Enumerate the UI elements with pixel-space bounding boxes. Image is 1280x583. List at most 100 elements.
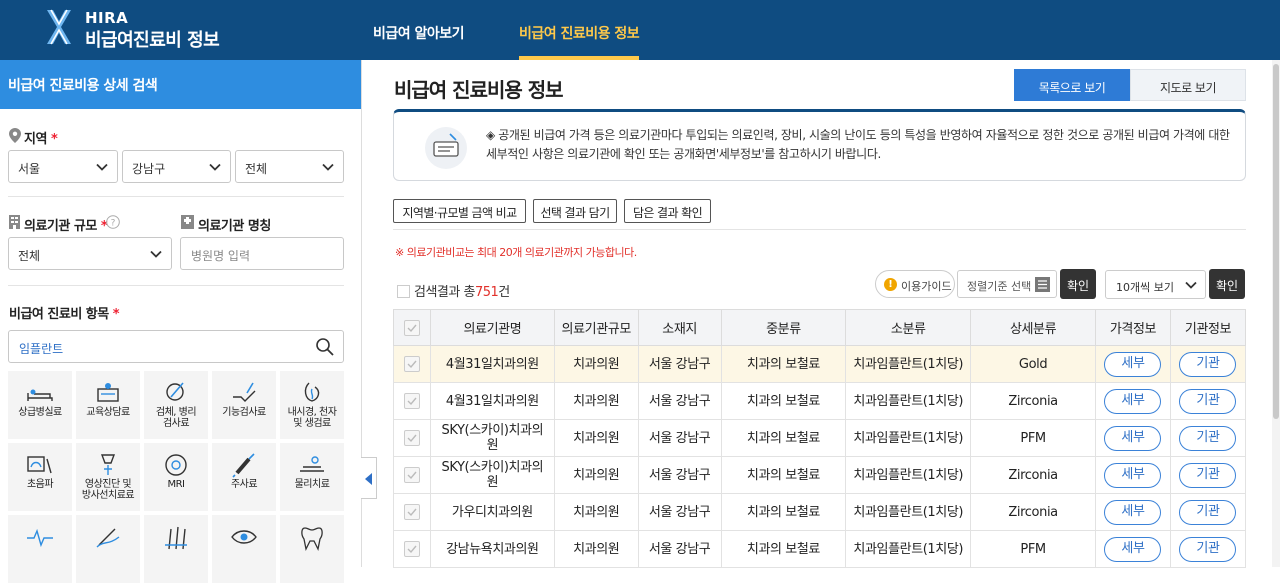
institution-info-button[interactable]: 기관 <box>1179 351 1237 377</box>
cell-location: 서울 강남구 <box>637 419 722 457</box>
check-icon <box>407 324 417 332</box>
category-injection[interactable]: 주사료 <box>212 443 276 511</box>
price-detail-button[interactable]: 세부 <box>1104 536 1162 562</box>
table-row[interactable]: SKY(스카이)치과의 원 치과의원 서울 강남구 치과의 보철료 치과임플란트(1치당… <box>393 456 1247 494</box>
scale-select[interactable]: 전체 <box>8 237 172 270</box>
row-checkbox[interactable] <box>403 430 420 446</box>
brand-name: HIRA <box>85 9 129 27</box>
category-ultrasound[interactable]: 초음파 <box>8 443 72 511</box>
map-view-button[interactable]: 지도로 보기 <box>1130 69 1246 101</box>
category-item-14[interactable] <box>212 515 276 583</box>
cell-location: 서울 강남구 <box>637 530 722 568</box>
category-item-15[interactable] <box>280 515 344 583</box>
row-checkbox[interactable] <box>403 541 420 557</box>
row-checkbox-cell[interactable] <box>393 456 431 494</box>
cell-location: 서울 강남구 <box>637 382 722 420</box>
region-dong-select[interactable]: 전체 <box>235 150 344 183</box>
results-table: 의료기관명 의료기관규모 소재지 중분류 소분류 상세분류 가격정보 기관정보 … <box>393 309 1247 568</box>
cell-price: 세부 <box>1095 456 1171 494</box>
check-icon <box>407 397 417 406</box>
institution-info-button[interactable]: 기관 <box>1179 499 1237 525</box>
sort-select[interactable]: 정렬기준 선택 <box>957 270 1057 298</box>
item-search-input[interactable]: 임플란트 <box>8 330 344 363</box>
row-checkbox[interactable] <box>403 504 420 520</box>
row-checkbox[interactable] <box>403 356 420 372</box>
cell-scale: 치과의원 <box>553 530 639 568</box>
price-detail-button[interactable]: 세부 <box>1104 462 1162 488</box>
category-item-13[interactable] <box>144 515 208 583</box>
row-checkbox-cell[interactable] <box>393 382 431 420</box>
table-row[interactable]: 4월31일치과의원 치과의원 서울 강남구 치과의 보철료 치과임플란트(1치당) Zir… <box>393 382 1247 420</box>
check-icon <box>407 508 417 517</box>
select-all-checkbox[interactable] <box>397 285 410 298</box>
table-row[interactable]: SKY(스카이)치과의 원 치과의원 서울 강남구 치과의 보철료 치과임플란트(1치당… <box>393 419 1247 457</box>
view-saved-button[interactable]: 담은 결과 확인 <box>624 199 711 223</box>
category-item-11[interactable] <box>8 515 72 583</box>
institution-info-button[interactable]: 기관 <box>1179 425 1237 451</box>
page-size-select[interactable]: 10개씩 보기 <box>1105 270 1206 299</box>
col-name: 의료기관명 <box>429 309 555 346</box>
list-icon <box>1035 277 1050 292</box>
price-detail-button[interactable]: 세부 <box>1104 388 1162 414</box>
institution-info-button[interactable]: 기관 <box>1179 388 1237 414</box>
cell-name: SKY(스카이)치과의 원 <box>429 456 555 494</box>
nav-item-about[interactable]: 비급여 알아보기 <box>373 23 465 43</box>
search-icon[interactable] <box>315 337 335 357</box>
category-counsel[interactable]: 교육상담료 <box>76 371 140 439</box>
row-checkbox-cell[interactable] <box>393 419 431 457</box>
institution-info-button[interactable]: 기관 <box>1179 536 1237 562</box>
price-detail-button[interactable]: 세부 <box>1104 425 1162 451</box>
header-checkbox[interactable] <box>403 319 420 336</box>
price-detail-button[interactable]: 세부 <box>1104 351 1162 377</box>
page-size-confirm-button[interactable]: 확인 <box>1209 269 1245 299</box>
hira-logo-icon[interactable] <box>44 8 74 46</box>
table-row[interactable]: 4월31일치과의원 치과의원 서울 강남구 치과의 보철료 치과임플란트(1치당) Gol… <box>393 345 1247 383</box>
institution-info-button[interactable]: 기관 <box>1179 462 1237 488</box>
cell-sub-category: 치과임플란트(1치당) <box>845 530 972 568</box>
category-radiation[interactable]: 영상진단 및 방사선치료료 <box>76 443 140 511</box>
category-physio[interactable]: 물리치료 <box>280 443 344 511</box>
row-checkbox[interactable] <box>403 393 420 409</box>
category-specimen[interactable]: 검체, 병리 검사료 <box>144 371 208 439</box>
result-count: 검색결과 총751건 <box>397 281 510 300</box>
col-location: 소재지 <box>637 309 722 346</box>
category-item-12[interactable] <box>76 515 140 583</box>
page-scrollbar[interactable] <box>1272 60 1280 567</box>
user-guide-button[interactable]: ! 이용가이드 <box>875 270 955 298</box>
svg-text:?: ? <box>111 219 116 229</box>
scrollbar-thumb[interactable] <box>1273 64 1279 419</box>
sort-confirm-button[interactable]: 확인 <box>1060 269 1096 299</box>
category-endoscope[interactable]: 내시경, 천자 및 생검료 <box>280 371 344 439</box>
row-checkbox[interactable] <box>403 467 420 483</box>
cell-name: 강남뉴욕치과의원 <box>429 530 555 568</box>
category-mri[interactable]: MRI <box>144 443 208 511</box>
category-function[interactable]: 기능검사료 <box>212 371 276 439</box>
row-checkbox-cell[interactable] <box>393 345 431 383</box>
list-view-button[interactable]: 목록으로 보기 <box>1014 69 1130 101</box>
row-checkbox-cell[interactable] <box>393 493 431 531</box>
price-detail-button[interactable]: 세부 <box>1104 499 1162 525</box>
check-icon <box>407 545 417 554</box>
row-checkbox-cell[interactable] <box>393 530 431 568</box>
cell-scale: 치과의원 <box>553 493 639 531</box>
tooth-icon <box>301 527 323 551</box>
cell-detail: Gold <box>970 345 1096 383</box>
table-row[interactable]: 강남뉴욕치과의원 치과의원 서울 강남구 치과의 보철료 치과임플란트(1치당) PFM 세… <box>393 530 1247 568</box>
cell-sub-category: 치과임플란트(1치당) <box>845 493 972 531</box>
region-city-select[interactable]: 서울 <box>8 150 118 183</box>
compare-button[interactable]: 지역별·규모별 금액 비교 <box>393 199 526 223</box>
header-checkbox-cell[interactable] <box>393 309 431 346</box>
cell-scale: 치과의원 <box>553 456 639 494</box>
hospital-icon <box>181 215 194 229</box>
save-selection-button[interactable]: 선택 결과 담기 <box>533 199 617 223</box>
table-row[interactable]: 가우디치과의원 치과의원 서울 강남구 치과의 보철료 치과임플란트(1치당) Zirco… <box>393 493 1247 531</box>
category-room[interactable]: 상급병실료 <box>8 371 72 439</box>
chevron-down-icon <box>150 250 162 258</box>
hospital-name-input[interactable]: 병원명 입력 <box>180 237 344 270</box>
nav-item-cost-info[interactable]: 비급여 진료비용 정보 <box>519 23 640 43</box>
help-icon[interactable]: ? <box>106 215 120 229</box>
region-district-select[interactable]: 강남구 <box>122 150 231 183</box>
cell-sub-category: 치과임플란트(1치당) <box>845 345 972 383</box>
cell-detail: Zirconia <box>970 456 1096 494</box>
cell-price: 세부 <box>1095 345 1171 383</box>
